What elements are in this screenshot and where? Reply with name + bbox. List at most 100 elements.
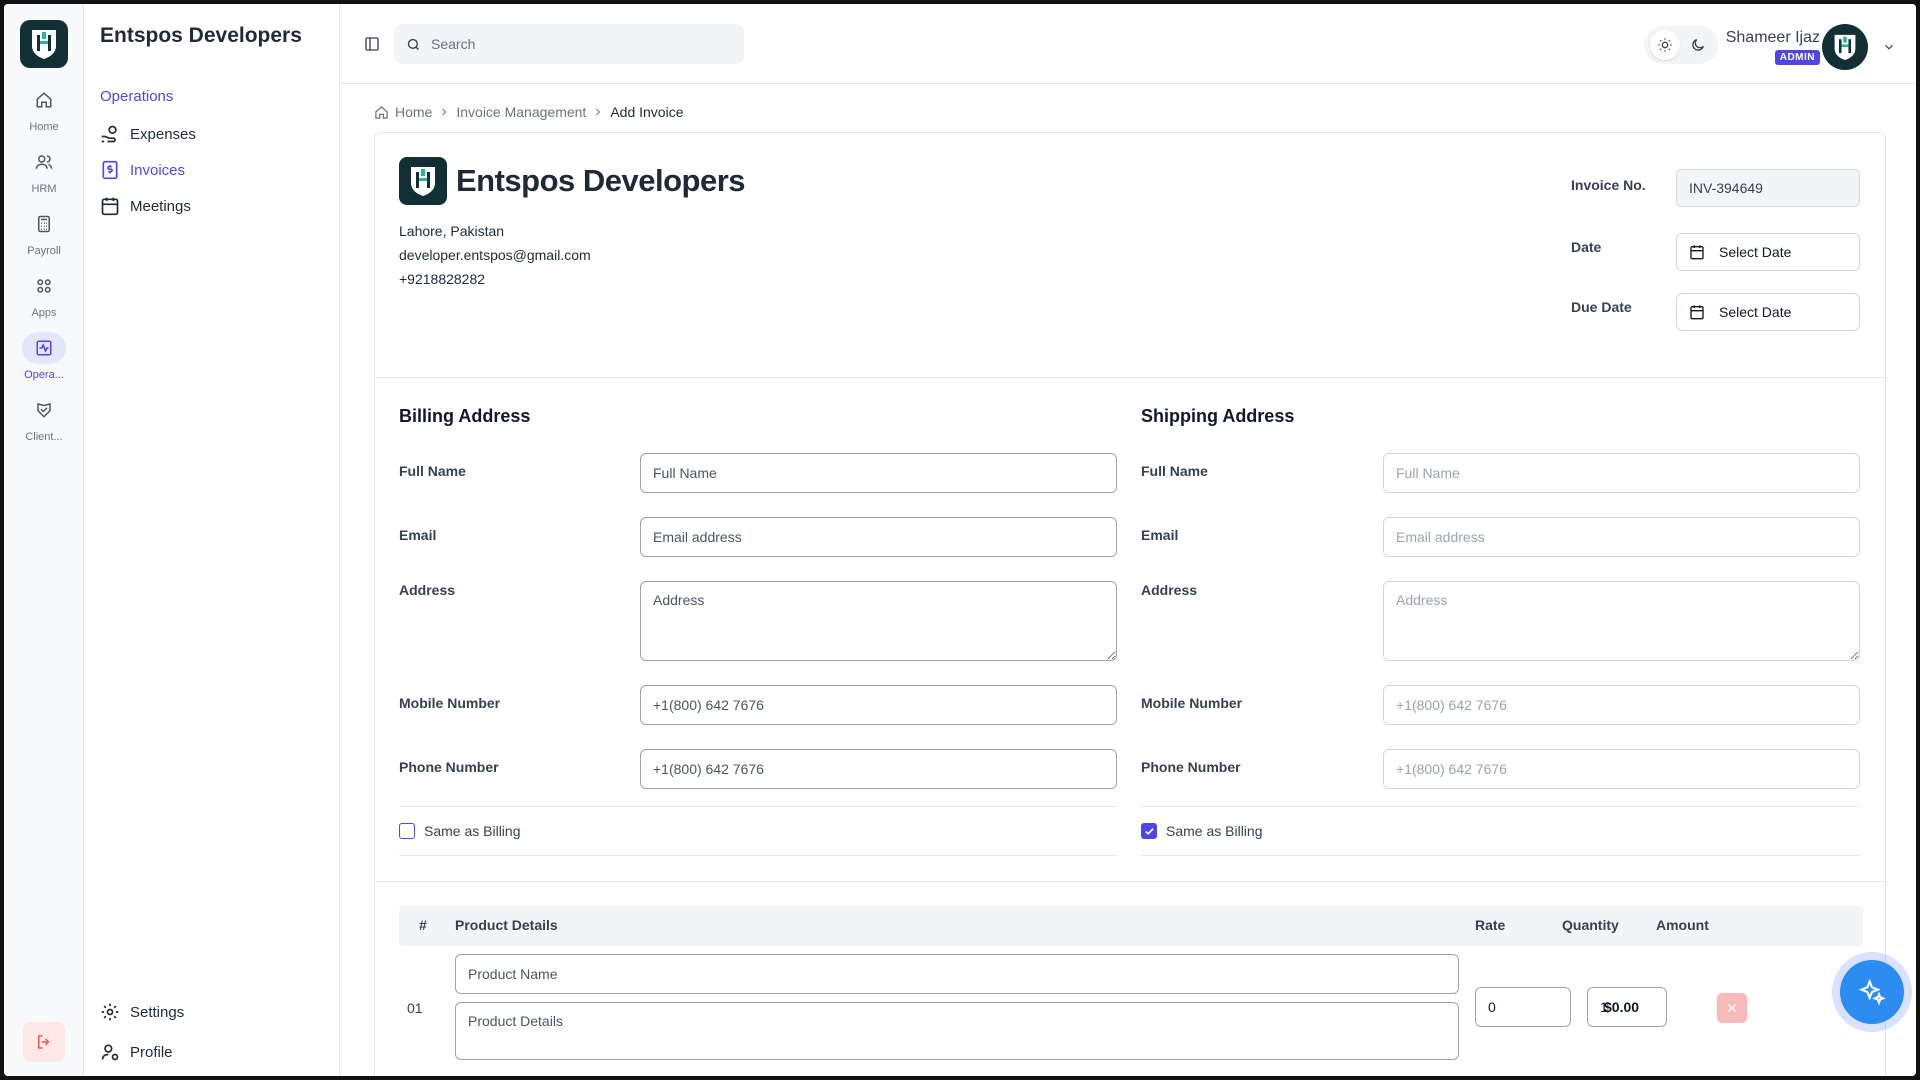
billing-address-input[interactable]: [640, 581, 1117, 661]
ai-assistant-button[interactable]: [1840, 960, 1904, 1024]
rail-label-operations: Opera...: [24, 369, 64, 381]
billing-same-checkbox[interactable]: [399, 823, 415, 839]
sidebar-item-label: Meetings: [130, 197, 191, 215]
shipping-same-as-billing[interactable]: Same as Billing: [1141, 806, 1860, 856]
sidebar-item-meetings[interactable]: Meetings: [100, 196, 191, 216]
sidebar-brand-title: Entspos Developers: [100, 24, 302, 47]
products-table-header: # Product Details Rate Quantity Amount: [399, 906, 1863, 946]
sidebar-item-label: Invoices: [130, 161, 186, 179]
apps-grid-icon: [22, 270, 66, 302]
due-date-picker[interactable]: Select Date: [1676, 293, 1860, 331]
close-icon: [1727, 1003, 1737, 1013]
shipping-mobile-label: Mobile Number: [1141, 695, 1243, 711]
users-icon: [22, 146, 66, 178]
light-mode-button[interactable]: [1649, 30, 1680, 60]
home-icon: [375, 105, 388, 119]
billing-full-name-input[interactable]: [640, 453, 1117, 493]
sidebar-item-label: Expenses: [130, 125, 196, 143]
sidebar-section-operations[interactable]: Operations: [100, 88, 173, 105]
user-name[interactable]: Shameer Ijaz: [1726, 29, 1820, 47]
calendar-icon: [1690, 305, 1704, 320]
sun-icon: [1657, 38, 1672, 52]
shipping-email-input[interactable]: [1383, 517, 1860, 557]
rail-label-payroll: Payroll: [27, 245, 61, 257]
section-divider: [375, 377, 1885, 378]
billing-email-label: Email: [399, 527, 437, 543]
billing-title: Billing Address: [399, 406, 531, 426]
calendar-icon: [101, 197, 119, 216]
avatar[interactable]: [1822, 24, 1868, 70]
sidebar-item-profile[interactable]: Profile: [100, 1042, 173, 1062]
product-name-input[interactable]: [455, 954, 1459, 994]
shipping-same-label: Same as Billing: [1166, 823, 1263, 839]
breadcrumb-invoice-management[interactable]: Invoice Management: [456, 104, 586, 120]
breadcrumb-home[interactable]: Home: [395, 104, 432, 120]
sidebar-item-expenses[interactable]: Expenses: [100, 124, 196, 144]
dollar-receipt-icon: [102, 160, 118, 180]
secondary-sidebar: Entspos Developers Operations Expenses I…: [84, 4, 340, 1076]
date-picker[interactable]: Select Date: [1676, 233, 1860, 271]
company-logo: [399, 157, 447, 205]
delete-row-button[interactable]: [1717, 993, 1747, 1023]
col-quantity: Quantity: [1562, 917, 1619, 933]
search-bar[interactable]: [394, 24, 744, 64]
shipping-same-checkbox[interactable]: [1141, 823, 1157, 839]
due-date-label: Due Date: [1571, 299, 1632, 315]
rail-label-clients: Client...: [25, 431, 63, 443]
billing-email-input[interactable]: [640, 517, 1117, 557]
rail-item-home[interactable]: Home: [4, 84, 84, 144]
billing-phone-label: Phone Number: [399, 759, 499, 775]
company-phone: +9218828282: [399, 271, 486, 287]
product-details-input[interactable]: [455, 1002, 1459, 1060]
activity-icon: [22, 332, 66, 364]
billing-phone-input[interactable]: [640, 749, 1117, 789]
sidebar-item-invoices[interactable]: Invoices: [100, 160, 185, 180]
calendar-icon: [1690, 245, 1704, 260]
moon-icon: [1691, 39, 1704, 51]
row-amount: $0.00: [1604, 999, 1640, 1015]
breadcrumb-current: Add Invoice: [610, 104, 684, 120]
rail-item-hrm[interactable]: HRM: [4, 146, 84, 206]
date-label: Date: [1571, 239, 1602, 255]
rate-input[interactable]: [1475, 987, 1571, 1027]
billing-mobile-label: Mobile Number: [399, 695, 501, 711]
home-icon: [22, 84, 66, 116]
chevron-right-icon: [442, 108, 447, 116]
avatar-logo-icon: [1834, 34, 1856, 60]
sidebar-toggle-button[interactable]: [364, 36, 380, 57]
rail-label-home: Home: [29, 121, 59, 133]
row-number: 01: [407, 1000, 423, 1016]
shipping-full-name-input[interactable]: [1383, 453, 1860, 493]
billing-same-as-billing[interactable]: Same as Billing: [399, 806, 1117, 856]
search-input[interactable]: [431, 36, 721, 52]
theme-toggle[interactable]: [1644, 26, 1718, 64]
calculator-icon: [22, 208, 66, 240]
invoice-number-field: INV-394649: [1676, 169, 1860, 207]
shipping-email-label: Email: [1141, 527, 1179, 543]
handshake-icon: [22, 394, 66, 426]
sidebar-item-label: Profile: [130, 1043, 173, 1061]
rail-item-payroll[interactable]: Payroll: [4, 208, 84, 268]
shipping-address-input[interactable]: [1383, 581, 1860, 661]
shipping-full-name-label: Full Name: [1141, 463, 1208, 479]
shipping-phone-input[interactable]: [1383, 749, 1860, 789]
rail-item-operations[interactable]: Opera...: [4, 332, 84, 392]
shipping-phone-label: Phone Number: [1141, 759, 1241, 775]
sparkles-icon: [1858, 978, 1886, 1006]
col-rate: Rate: [1475, 917, 1506, 933]
app-logo[interactable]: [20, 20, 68, 68]
rail-item-apps[interactable]: Apps: [4, 270, 84, 330]
shipping-mobile-input[interactable]: [1383, 685, 1860, 725]
billing-address-label: Address: [399, 582, 456, 598]
logo-icon: [411, 167, 435, 196]
section-divider: [375, 881, 1885, 882]
invoice-number-value: INV-394649: [1689, 180, 1763, 196]
sidebar-item-settings[interactable]: Settings: [100, 1002, 184, 1022]
dark-mode-button[interactable]: [1683, 30, 1713, 60]
user-menu-chevron[interactable]: [1882, 40, 1896, 59]
billing-mobile-input[interactable]: [640, 685, 1117, 725]
rail-item-clients[interactable]: Client...: [4, 394, 84, 454]
user-cog-icon: [101, 1044, 119, 1061]
logout-button[interactable]: [23, 1022, 65, 1062]
col-number: #: [419, 917, 427, 933]
